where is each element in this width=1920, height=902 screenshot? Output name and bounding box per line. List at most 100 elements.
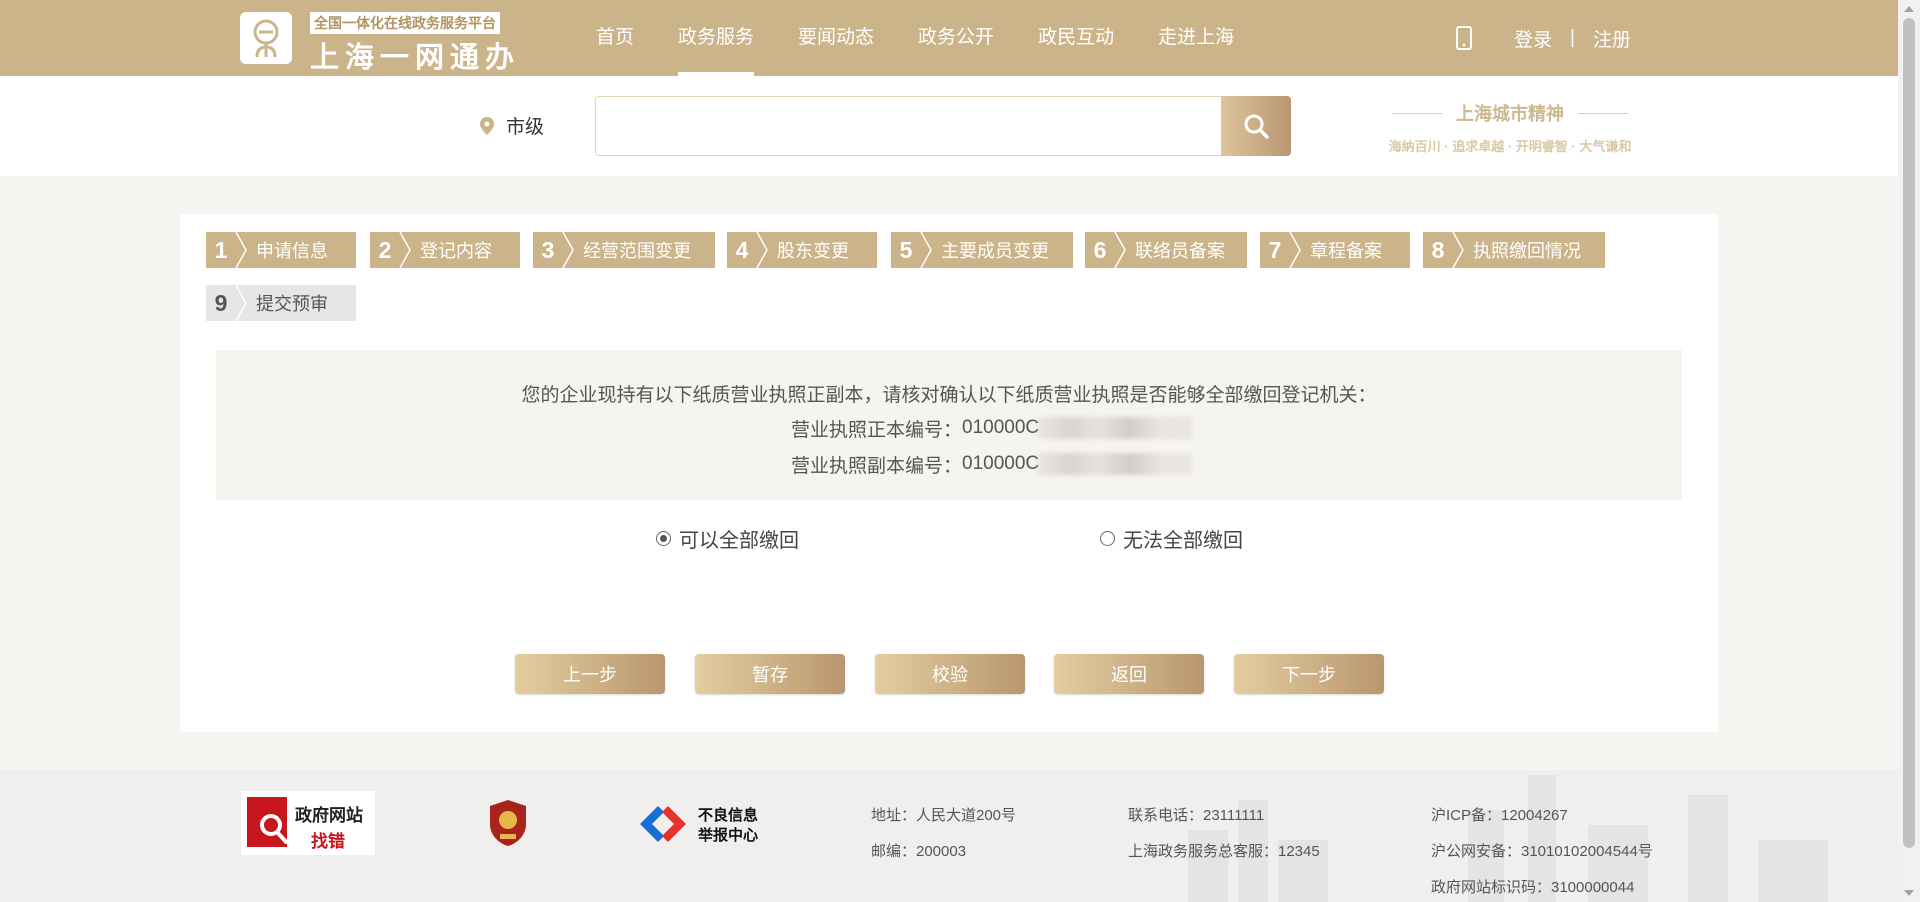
site-logo[interactable]: 全国一体化在线政务服务平台 上海一网通办 (240, 12, 520, 74)
license-original-label: 营业执照正本编号： (791, 419, 963, 441)
party-emblem-icon[interactable] (486, 798, 530, 848)
top-header: 全国一体化在线政务服务平台 上海一网通办 首页 政务服务 要闻动态 政务公开 政… (0, 0, 1898, 76)
auth-links: 登录 | 注册 (1456, 0, 1631, 76)
step-9[interactable]: 9 提交预审 (206, 285, 356, 321)
step-label: 执照缴回情况 (1473, 241, 1581, 261)
step-5[interactable]: 5 主要成员变更 (891, 232, 1073, 268)
step-2[interactable]: 2 登记内容 (370, 232, 520, 268)
option-label: 无法全部缴回 (1123, 530, 1243, 552)
option-label: 可以全部缴回 (679, 530, 799, 552)
search-input[interactable] (595, 96, 1221, 156)
site-footer: 政府网站 找错 不良信息 举报中心 地址：人民大道200号 邮编：200003 … (0, 770, 1898, 902)
chevron-right-icon (562, 232, 574, 268)
city-spirit-title: 上海城市精神 (1456, 104, 1564, 124)
nav-gov-open[interactable]: 政务公开 (918, 0, 994, 76)
option-cannot-return[interactable]: 无法全部缴回 (1100, 524, 1243, 553)
main-nav: 首页 政务服务 要闻动态 政务公开 政民互动 走进上海 (596, 0, 1278, 76)
license-copy-label: 营业执照副本编号： (791, 455, 963, 477)
scrollbar-thumb[interactable] (1903, 18, 1915, 848)
register-link[interactable]: 注册 (1593, 25, 1631, 52)
return-button[interactable]: 返回 (1054, 654, 1204, 694)
chevron-right-icon (1289, 232, 1301, 268)
nav-gov-services[interactable]: 政务服务 (678, 0, 755, 76)
step-label: 章程备案 (1310, 241, 1382, 261)
step-label: 提交预审 (256, 294, 328, 314)
step-8[interactable]: 8 执照缴回情况 (1423, 232, 1605, 268)
gov-site-error-report-badge[interactable]: 政府网站 找错 (240, 790, 376, 856)
chevron-right-icon (1452, 232, 1464, 268)
footer-address: 地址：人民大道200号 (871, 807, 1017, 824)
region-selector[interactable]: 市级 (480, 112, 544, 139)
footer-site-code: 政府网站标识码：3100000044 (1431, 879, 1635, 896)
nav-about-shanghai[interactable]: 走进上海 (1158, 0, 1234, 76)
chevron-right-icon (235, 232, 247, 268)
badge1-subtitle: 找错 (311, 832, 345, 851)
badge3-title: 不良信息 (698, 807, 759, 824)
radio-selected-icon[interactable] (656, 531, 671, 546)
save-draft-button[interactable]: 暂存 (695, 654, 845, 694)
scroll-down-icon[interactable] (1904, 890, 1914, 896)
footer-phone: 联系电话：23111111 (1128, 807, 1265, 824)
step-number: 5 (899, 236, 913, 263)
chevron-right-icon (920, 232, 932, 268)
redacted-mask (1037, 417, 1193, 439)
bad-info-report-badge[interactable]: 不良信息 举报中心 (638, 802, 762, 846)
divider (1578, 112, 1628, 114)
step-label: 经营范围变更 (583, 241, 691, 261)
radio-unselected-icon[interactable] (1100, 531, 1115, 546)
step-7[interactable]: 7 章程备案 (1260, 232, 1410, 268)
location-pin-icon (480, 116, 494, 135)
option-can-return[interactable]: 可以全部缴回 (656, 524, 799, 553)
badge3-subtitle: 举报中心 (698, 827, 759, 844)
main-card: 1 申请信息 2 登记内容 3 经营范围变更 4 股东变更 5 主要成员变更 6… (180, 214, 1718, 732)
step-label: 联络员备案 (1135, 241, 1225, 261)
nav-interaction[interactable]: 政民互动 (1038, 0, 1114, 76)
region-label: 市级 (506, 117, 545, 138)
scroll-up-icon[interactable] (1904, 6, 1914, 12)
logo-emblem-icon (240, 12, 292, 64)
step-label: 登记内容 (420, 241, 492, 261)
return-options: 可以全部缴回 无法全部缴回 (180, 524, 1718, 554)
step-3[interactable]: 3 经营范围变更 (533, 232, 715, 268)
step-number: 2 (378, 236, 392, 263)
footer-icp[interactable]: 沪ICP备：12004267 (1431, 804, 1568, 825)
license-copy-row: 营业执照副本编号： 010000C (791, 451, 1193, 477)
step-1[interactable]: 1 申请信息 (206, 232, 356, 268)
step-number: 3 (541, 236, 555, 263)
page-scrollbar[interactable] (1898, 0, 1920, 902)
report-center-icon (640, 806, 686, 842)
license-copy-value: 010000C (962, 453, 1040, 474)
step-number: 4 (735, 236, 749, 263)
step-label: 股东变更 (777, 241, 849, 261)
chevron-right-icon (1114, 232, 1126, 268)
next-step-button[interactable]: 下一步 (1234, 654, 1384, 694)
city-spirit-slogan: 海纳百川 · 追求卓越 · 开明睿智 · 大气谦和 (1388, 139, 1632, 154)
redacted-mask (1037, 453, 1193, 475)
chevron-right-icon (399, 232, 411, 268)
step-4[interactable]: 4 股东变更 (727, 232, 877, 268)
divider (1392, 112, 1442, 114)
verify-button[interactable]: 校验 (875, 654, 1025, 694)
prev-step-button[interactable]: 上一步 (515, 654, 665, 694)
search-band: 市级 上海城市精神 海纳百川 · 追求卓越 · 开明睿智 · 大气谦和 (0, 76, 1898, 176)
step-number: 6 (1093, 236, 1107, 263)
step-label: 主要成员变更 (941, 241, 1049, 261)
step-number: 9 (214, 289, 228, 316)
mobile-phone-icon[interactable] (1456, 26, 1472, 50)
step-number: 8 (1431, 236, 1445, 263)
footer-postcode: 邮编：200003 (871, 843, 967, 860)
auth-separator: | (1570, 27, 1575, 48)
nav-home[interactable]: 首页 (596, 0, 634, 76)
nav-news[interactable]: 要闻动态 (798, 0, 874, 76)
footer-public-security[interactable]: 沪公网安备：31010102004544号 (1431, 840, 1653, 861)
footer-hotline: 上海政务服务总客服：12345 (1128, 843, 1320, 860)
step-label: 申请信息 (256, 241, 328, 261)
logo-tagline: 全国一体化在线政务服务平台 (310, 12, 500, 34)
login-link[interactable]: 登录 (1514, 25, 1552, 52)
step-6[interactable]: 6 联络员备案 (1085, 232, 1247, 268)
logo-title: 上海一网通办 (310, 42, 521, 74)
badge1-title: 政府网站 (295, 806, 363, 825)
search-button[interactable] (1221, 96, 1291, 156)
step-number: 7 (1268, 236, 1282, 263)
license-notice: 您的企业现持有以下纸质营业执照正副本，请核对确认以下纸质营业执照是否能够全部缴回… (216, 350, 1682, 500)
